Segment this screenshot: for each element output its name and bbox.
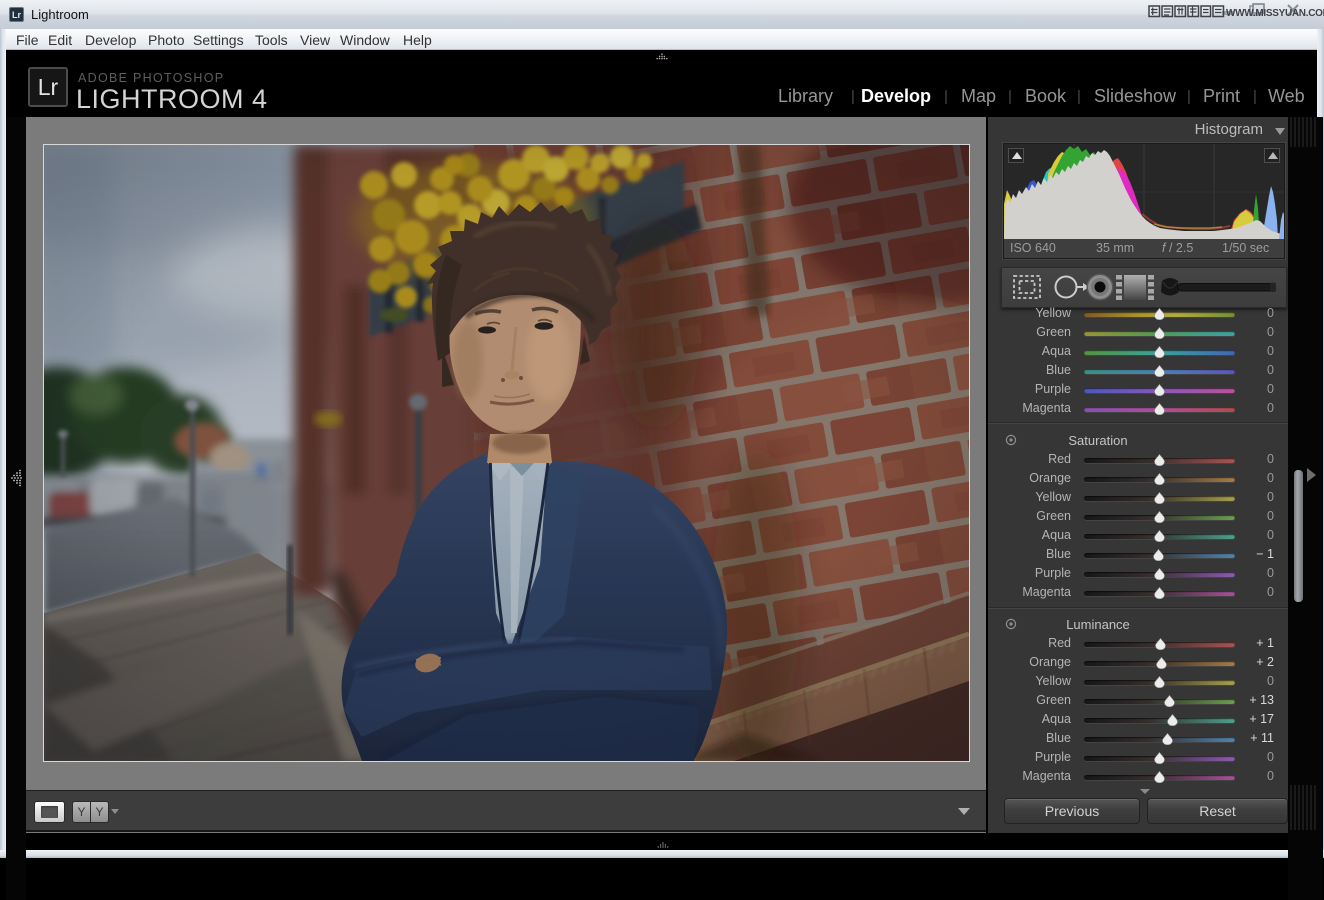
svg-text:WWW.MISSYUAN.COM: WWW.MISSYUAN.COM	[1226, 8, 1324, 19]
